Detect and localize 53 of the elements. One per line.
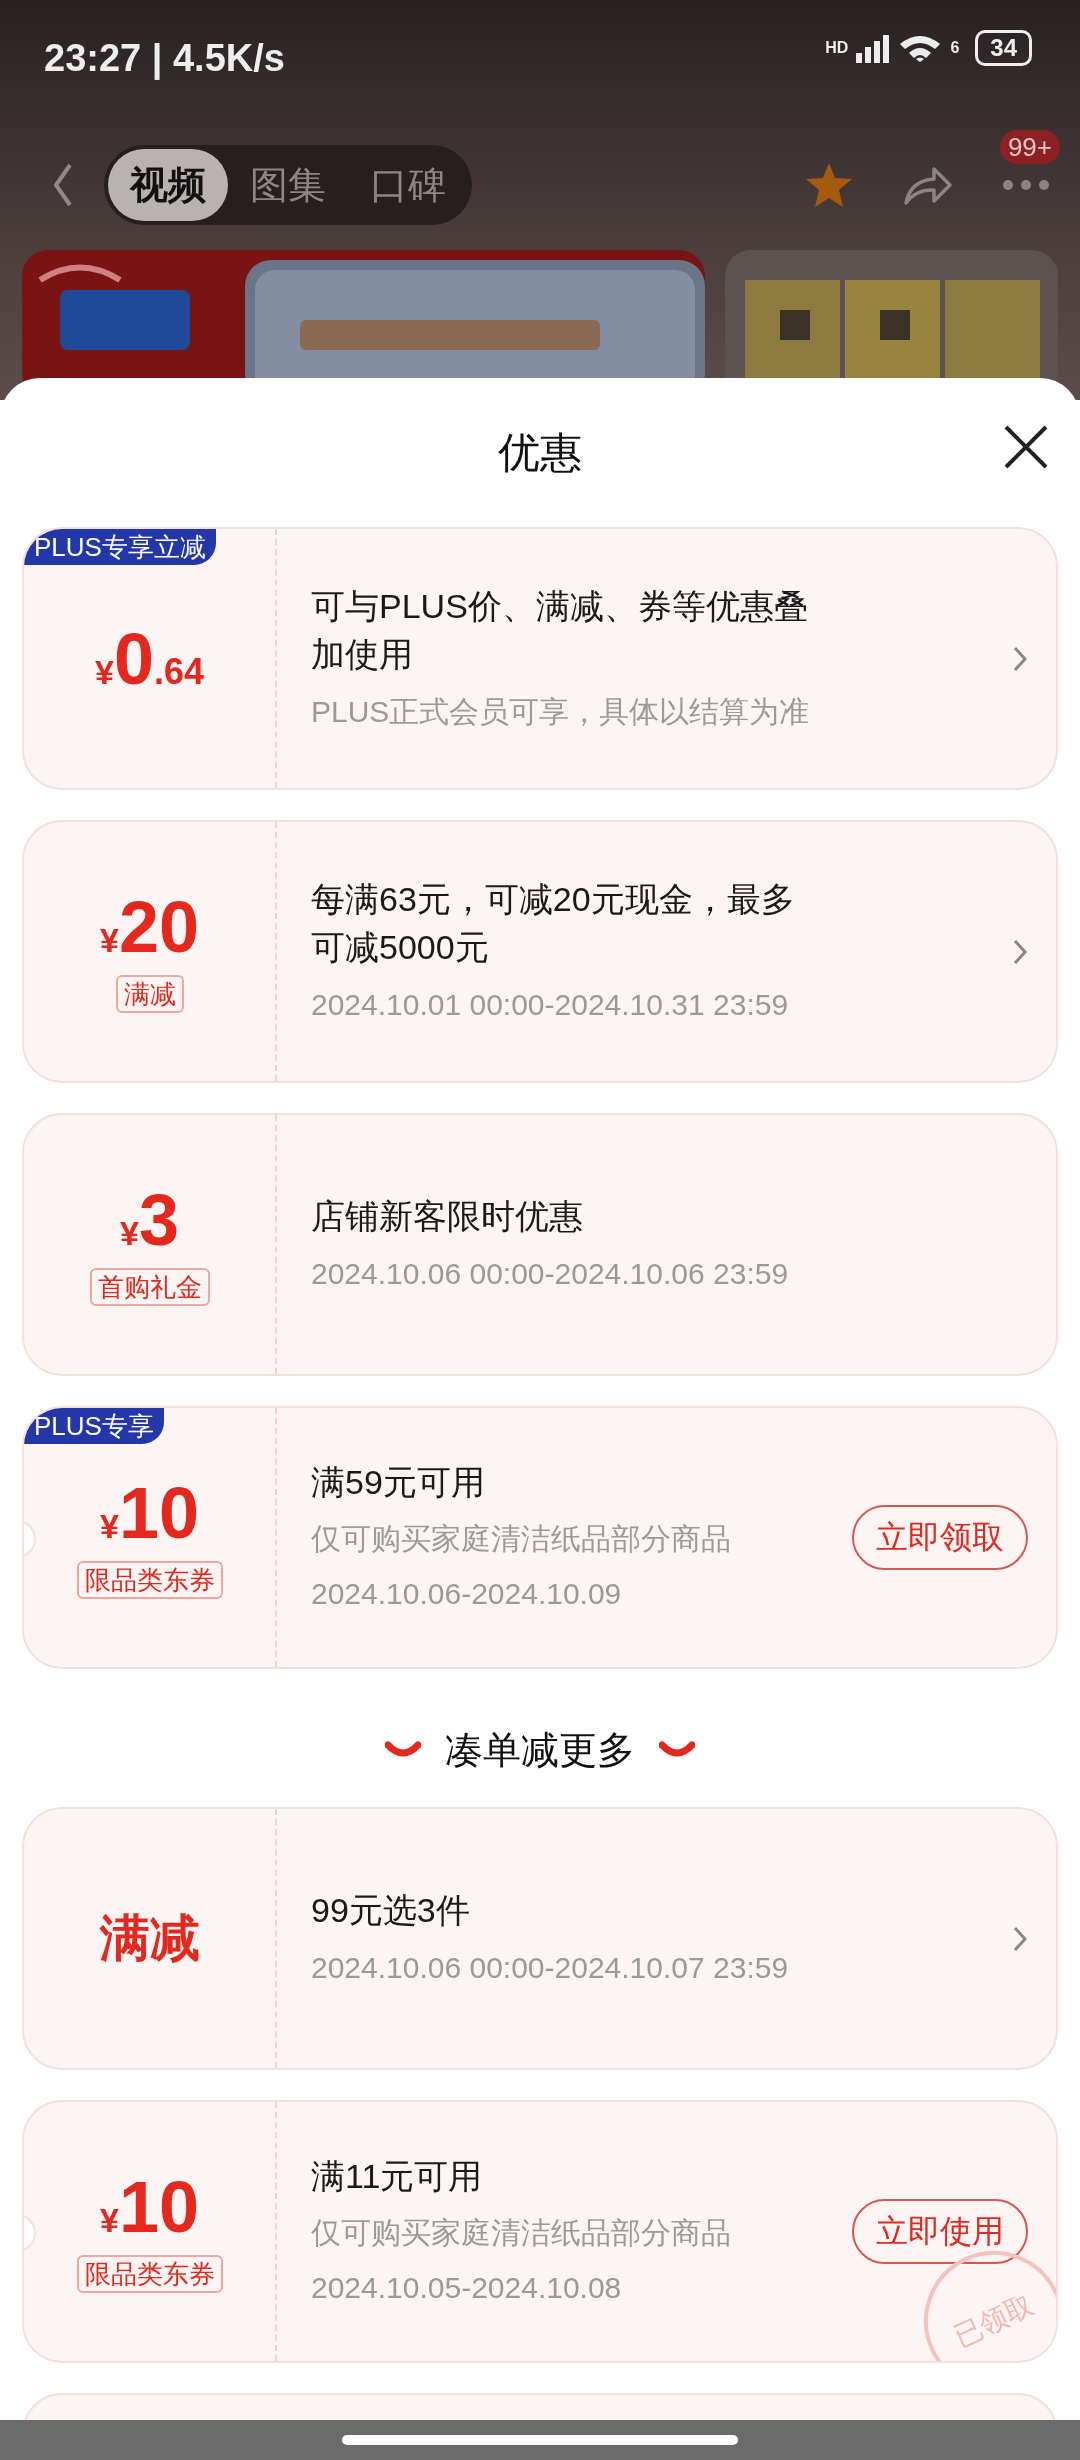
coupon-type-label: 满减 [99,1909,200,1968]
coupon-card[interactable]: ¥3 首购礼金 店铺新客限时优惠 2024.10.06 00:00-2024.10.06 23:59 [22,1113,1058,1376]
coupon-title: 每满63元，可减20元现金，最多可减5000元 [311,879,796,968]
coupon-description: 仅可购买家庭清洁纸品部分商品 [311,1521,732,1558]
coupon-title: 可与PLUS价、满减、券等优惠叠加使用 [311,586,809,675]
coupon-amount: ¥20 [100,890,199,963]
coupon-validity: 2024.10.06 00:00-2024.10.07 23:59 [311,1949,790,1986]
plus-corner-tag: PLUS专享 [24,1408,164,1444]
coupon-amount: ¥3 [120,1183,179,1256]
star-icon[interactable] [804,161,854,209]
coupon-amount: ¥10 [100,2170,199,2243]
coupon-card[interactable]: ¥0.64 可与PLUS价、满减、券等优惠叠加使用 PLUS正式会员可享，具体以结算为准 PLUS专享立减 [22,527,1058,790]
coupon-amount: ¥0.64 [95,622,204,695]
coupon-amount: ¥10 [100,1476,199,1549]
coupon-validity: 2024.10.06 00:00-2024.10.06 23:59 [311,1255,790,1292]
coupon-action-button[interactable]: 立即使用 [852,2198,1028,2265]
sheet-title: 优惠 [498,431,582,474]
coupon-tag: 首购礼金 [89,1267,210,1306]
coupon-title: 满11元可用 [311,2155,484,2197]
coupon-card[interactable]: ¥10 限品类东券 满59元可用 仅可购买家庭清洁纸品部分商品 2024.10.06-2024.10.09 立即领取 PLUS专享 [22,1406,1058,1669]
battery-indicator: 34 [975,30,1032,66]
coupon-title: 满59元可用 [311,1461,486,1503]
coupon-validity: 2024.10.01 00:00-2024.10.31 23:59 [311,986,790,1023]
tab[interactable]: 图集 [228,149,348,221]
coupon-card[interactable]: ¥10 限品类东券 满11元可用 仅可购买家庭清洁纸品部分商品 2024.10.05-2024.10.08 立即使用 已领取 [22,2100,1058,2363]
chevron-right-icon[interactable] [1012,1924,1028,1953]
notification-count: 99+ [999,130,1060,164]
coupon-title: 店铺新客限时优惠 [311,1196,584,1238]
tab[interactable]: 口碑 [348,149,468,221]
more-icon[interactable] [1002,179,1050,191]
smile-curve-icon [385,1741,421,1759]
chevron-right-icon[interactable] [1012,937,1028,966]
wifi-label: 6 [950,38,960,58]
coupon-description: PLUS正式会员可享，具体以结算为准 [311,693,811,730]
coupon-card[interactable]: ¥20 满减 每满63元，可减20元现金，最多可减5000元 2024.10.01 00:00-2024.10.31 23:59 [22,820,1058,1083]
smile-curve-icon [659,1741,695,1759]
status-time: 23:27 | 4.5K/s [44,36,285,82]
section-heading: 凑单减更多 [445,1727,635,1773]
signal-icon [856,33,891,63]
coupon-title: 99元选3件 [311,1890,471,1932]
network-type-label: HD [825,38,849,58]
coupon-tag: 满减 [115,974,184,1013]
coupon-card[interactable]: 满减 99元选3件 2024.10.06 00:00-2024.10.07 23:59 [22,1807,1058,2070]
coupon-description: 仅可购买家庭清洁纸品部分商品 [311,2215,732,2252]
chevron-right-icon[interactable] [1012,644,1028,673]
coupon-validity: 2024.10.06-2024.10.09 [311,1576,623,1613]
coupon-tag: 限品类东券 [76,1560,223,1599]
coupon-validity: 2024.10.05-2024.10.08 [311,2270,623,2307]
close-button[interactable] [1002,423,1050,471]
coupon-action-button[interactable]: 立即领取 [852,1504,1028,1571]
tab[interactable]: 视频 [108,149,228,221]
plus-corner-tag: PLUS专享立减 [24,529,216,565]
coupon-tag: 限品类东券 [76,2254,223,2293]
